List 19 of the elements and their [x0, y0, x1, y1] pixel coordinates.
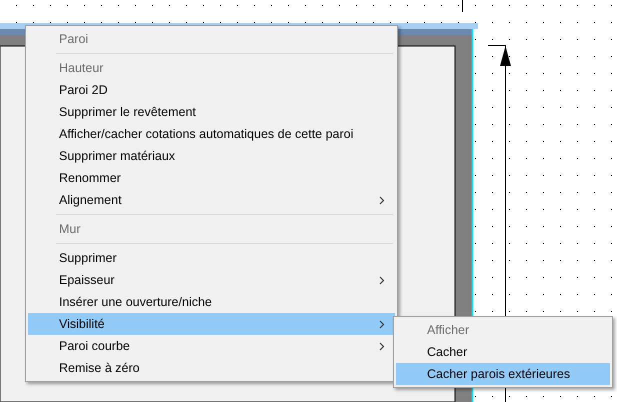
menu-item[interactable]: Insérer une ouverture/niche — [28, 291, 395, 313]
menu-item[interactable]: Renommer — [28, 167, 395, 189]
menu-item[interactable]: Cacher — [396, 341, 610, 363]
dimension-line — [462, 0, 463, 12]
menu-item[interactable]: Paroi 2D — [28, 79, 395, 101]
menu-item[interactable]: Supprimer — [28, 247, 395, 269]
menu-item[interactable]: Supprimer le revêtement — [28, 101, 395, 123]
menu-item[interactable]: Alignement — [28, 189, 395, 211]
chevron-right-icon — [379, 342, 385, 350]
menu-item[interactable]: Afficher/cacher cotations automatiques de cette paroi — [28, 123, 395, 145]
chevron-right-icon — [379, 196, 385, 204]
menu-item[interactable]: Cacher parois extérieures — [396, 363, 610, 385]
menu-item[interactable]: Paroi courbe — [28, 335, 395, 357]
chevron-right-icon — [379, 276, 385, 284]
menu-item[interactable]: Epaisseur — [28, 269, 395, 291]
menu-item[interactable]: Supprimer matériaux — [28, 145, 395, 167]
menu-item[interactable]: Visibilité — [28, 313, 395, 335]
chevron-right-icon — [379, 320, 385, 328]
menu-item[interactable]: Remise à zéro — [28, 357, 395, 379]
